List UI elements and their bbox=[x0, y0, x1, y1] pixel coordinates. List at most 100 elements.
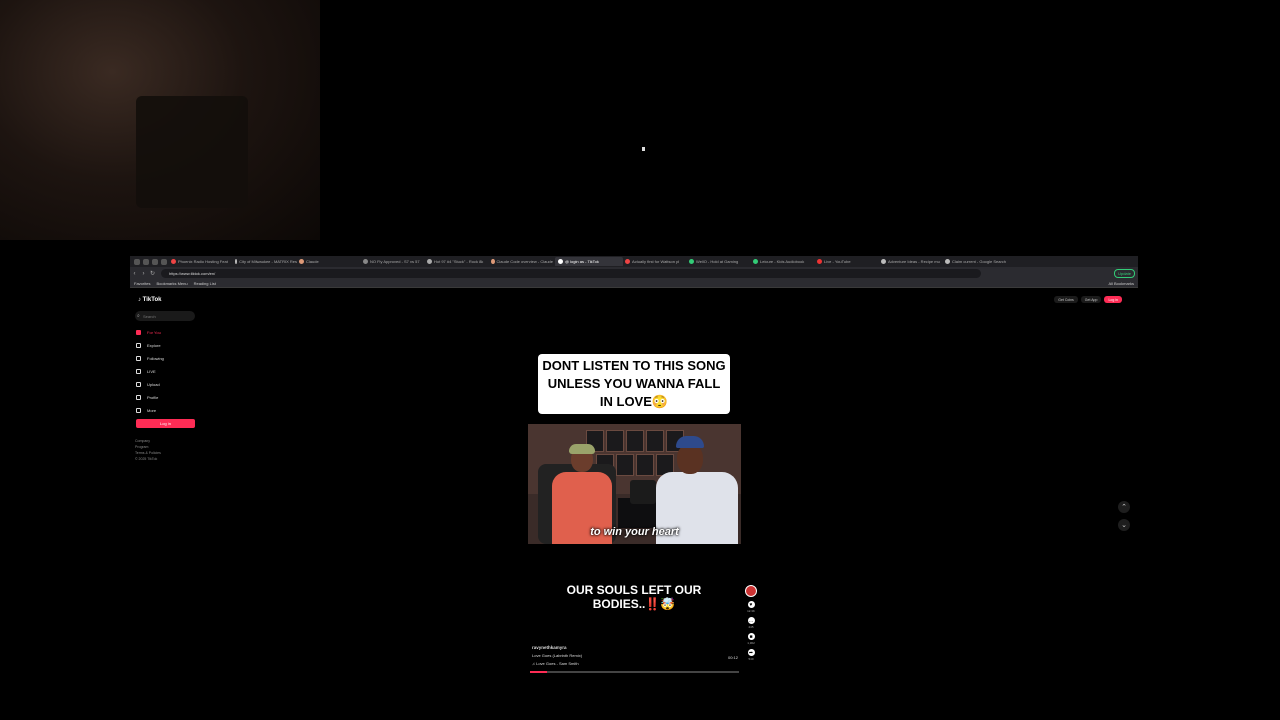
search-input[interactable]: ⌕ Search bbox=[135, 311, 195, 321]
comment-action[interactable]: … 245 bbox=[744, 617, 758, 629]
reload-icon[interactable]: ↻ bbox=[148, 269, 157, 278]
tab-favicon bbox=[171, 259, 176, 264]
bookmark-action[interactable]: ■ 1,302 bbox=[744, 633, 758, 645]
sidebar-item-more[interactable]: More bbox=[136, 404, 196, 417]
nav-icon bbox=[136, 343, 141, 348]
webcam-chair bbox=[136, 96, 248, 208]
heart-action[interactable]: ♥ 12.3K bbox=[744, 601, 758, 613]
get-app-button[interactable]: Get App bbox=[1080, 296, 1102, 303]
footer-copyright: © 2025 TikTok bbox=[135, 457, 158, 461]
wall-art bbox=[616, 454, 634, 476]
tab-favicon bbox=[689, 259, 694, 264]
top-actions: Get Coins Get App Log in bbox=[1054, 296, 1122, 303]
browser-tab[interactable]: Claude bbox=[299, 257, 361, 266]
sidebar-nav: For You Explore Following LIVE Upload Profile… bbox=[136, 326, 196, 417]
video2-overlay-text: OUR SOULS LEFT OUR BODIES..‼️🤯 bbox=[566, 583, 702, 611]
browser-tab[interactable]: @ login as - TikTok bbox=[555, 257, 623, 266]
url-input[interactable]: https://www.tiktok.com/en/ bbox=[161, 269, 981, 278]
nav-icon bbox=[136, 356, 141, 361]
creator-username[interactable]: ravynethkamyra bbox=[532, 644, 742, 652]
sidebar-item-upload[interactable]: Upload bbox=[136, 378, 196, 391]
browser-tab[interactable]: Claim current - Google Search bbox=[945, 257, 1007, 266]
sidebar-login-button[interactable]: Log in bbox=[136, 419, 195, 428]
tab-favicon bbox=[299, 259, 304, 264]
header-login-button[interactable]: Log in bbox=[1104, 296, 1122, 303]
tab-label: City of Milwaukee - MATRIX Res bbox=[239, 259, 297, 264]
action-count: 12.3K bbox=[747, 609, 755, 613]
video-description: Love Goes (Labrinth Remix) bbox=[532, 653, 583, 658]
sidebar-item-label: Upload bbox=[147, 382, 160, 387]
tab-label: @ login as - TikTok bbox=[565, 259, 599, 264]
tab-favicon bbox=[881, 259, 886, 264]
tab-favicon bbox=[427, 259, 432, 264]
nav-icon bbox=[136, 330, 141, 335]
tab-label: WellO - Hold at Gaming bbox=[696, 259, 739, 264]
previous-video-icon[interactable]: ⌃ bbox=[1118, 501, 1130, 513]
browser-tab[interactable]: Phoenix Radio Hosting Feat bbox=[171, 257, 233, 266]
tab-favicon bbox=[235, 259, 238, 264]
sidebar-item-label: More bbox=[147, 408, 157, 413]
sound-link[interactable]: ♫ Love Goes - Sam Smith bbox=[532, 660, 742, 668]
tab-label: Leicure - Kids Audiobook bbox=[760, 259, 805, 264]
tabs: Phoenix Radio Hosting Feat City of Milwau… bbox=[171, 257, 1009, 266]
tab-favicon bbox=[753, 259, 758, 264]
wall-art bbox=[626, 430, 644, 452]
tab-favicon bbox=[491, 259, 495, 264]
nav-icon bbox=[136, 382, 141, 387]
creator-avatar[interactable] bbox=[745, 585, 757, 597]
get-coins-button[interactable]: Get Coins bbox=[1054, 296, 1078, 303]
sidebar-item-label: For You bbox=[147, 330, 161, 335]
browser-tab[interactable]: Claude Code overview - Claude bbox=[491, 257, 553, 266]
bookmarks-bar: Favorites Bookmarks Menu Reading List Al… bbox=[130, 280, 1138, 288]
sidebar-item-profile[interactable]: Profile bbox=[136, 391, 196, 404]
tiktok-page: ♪ TikTok ⌕ Search For You Explore Followin… bbox=[130, 289, 1138, 676]
sidebar-item-explore[interactable]: Explore bbox=[136, 339, 196, 352]
tab-favicon bbox=[625, 259, 630, 264]
mouse-cursor bbox=[642, 147, 645, 151]
browser-window: Phoenix Radio Hosting Feat City of Milwau… bbox=[130, 256, 1138, 676]
search-icon: ⌕ bbox=[137, 313, 140, 319]
nav-icon bbox=[136, 395, 141, 400]
address-bar-row: ‹ › ↻ https://www.tiktok.com/en/ Update bbox=[130, 267, 1138, 280]
sidebar-item-for-you[interactable]: For You bbox=[136, 326, 196, 339]
browser-tab[interactable]: NO Fly Approved - S7 vs 57 bbox=[363, 257, 425, 266]
bookmark-favorites[interactable]: Favorites bbox=[134, 281, 150, 286]
browser-tab[interactable]: Actually first for Wattson pl bbox=[625, 257, 687, 266]
tab-label: Claim current - Google Search bbox=[952, 259, 1007, 264]
back-icon[interactable]: ‹ bbox=[130, 269, 139, 278]
bookmark-reading-list[interactable]: Reading List bbox=[194, 281, 216, 286]
tab-label: Phoenix Radio Hosting Feat bbox=[178, 259, 228, 264]
share-icon: ➦ bbox=[747, 649, 755, 656]
update-button[interactable]: Update bbox=[1114, 269, 1135, 278]
browser-tab[interactable]: Live - YouTube bbox=[817, 257, 879, 266]
next-video-icon[interactable]: ⌄ bbox=[1118, 519, 1130, 531]
tab-label: Adventure Ideas - Recipe mu bbox=[888, 259, 940, 264]
footer-links: Company Program Terms & Policies © 2025 … bbox=[135, 438, 161, 462]
tab-controls[interactable] bbox=[130, 258, 171, 265]
nav-icon bbox=[136, 408, 141, 413]
tab-bar: Phoenix Radio Hosting Feat City of Milwau… bbox=[130, 256, 1138, 267]
browser-tab[interactable]: Hot 97 #4 "Stuck" - Rock 8k bbox=[427, 257, 489, 266]
tab-label: Live - YouTube bbox=[824, 259, 851, 264]
video-subtitle: to win your heart bbox=[590, 526, 679, 538]
share-action[interactable]: ➦ 540 bbox=[744, 649, 758, 661]
sidebar-item-label: Profile bbox=[147, 395, 159, 400]
tab-label: Hot 97 #4 "Stuck" - Rock 8k bbox=[434, 259, 484, 264]
sidebar-item-live[interactable]: LIVE bbox=[136, 365, 196, 378]
tiktok-logo[interactable]: ♪ TikTok bbox=[138, 297, 161, 303]
action-count: 540 bbox=[748, 657, 754, 661]
video-progress-bar[interactable] bbox=[530, 671, 739, 673]
webcam-overlay bbox=[0, 0, 320, 240]
sidebar-item-label: Explore bbox=[147, 343, 161, 348]
forward-icon[interactable]: › bbox=[139, 269, 148, 278]
tab-label: Claude Code overview - Claude bbox=[496, 259, 553, 264]
bookmark-menu[interactable]: Bookmarks Menu bbox=[156, 281, 187, 286]
sidebar-item-following[interactable]: Following bbox=[136, 352, 196, 365]
all-bookmarks-button[interactable]: All Bookmarks bbox=[1108, 281, 1134, 286]
browser-tab[interactable]: Leicure - Kids Audiobook bbox=[753, 257, 815, 266]
video-player[interactable]: to win your heart bbox=[528, 424, 741, 544]
browser-tab[interactable]: Adventure Ideas - Recipe mu bbox=[881, 257, 943, 266]
browser-tab[interactable]: WellO - Hold at Gaming bbox=[689, 257, 751, 266]
tab-favicon bbox=[817, 259, 822, 264]
browser-tab[interactable]: City of Milwaukee - MATRIX Res bbox=[235, 257, 297, 266]
